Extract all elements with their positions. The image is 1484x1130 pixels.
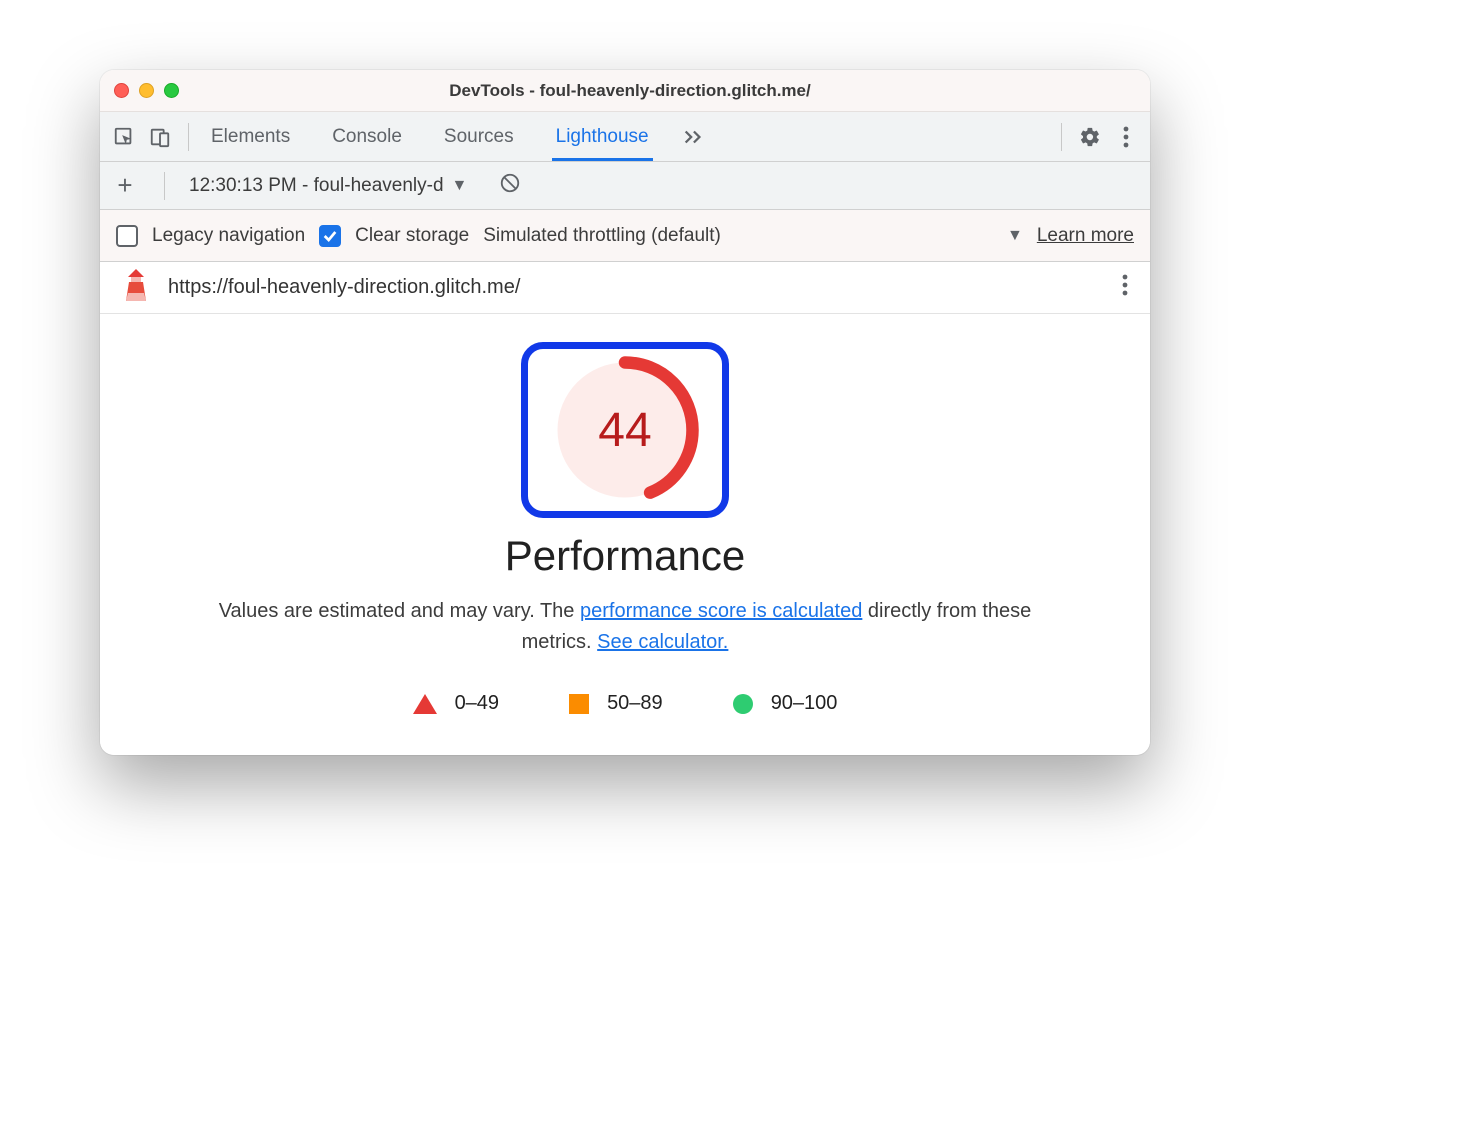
report-body: 44 Performance Values are estimated and … — [100, 314, 1150, 755]
tab-console[interactable]: Console — [328, 112, 406, 161]
device-toolbar-icon[interactable] — [142, 119, 178, 155]
tab-sources[interactable]: Sources — [440, 112, 518, 161]
separator — [188, 123, 189, 151]
square-icon — [569, 694, 589, 714]
circle-icon — [733, 694, 753, 714]
report-url: https://foul-heavenly-direction.glitch.m… — [168, 276, 520, 299]
titlebar: DevTools - foul-heavenly-direction.glitc… — [100, 70, 1150, 112]
report-select[interactable]: 12:30:13 PM - foul-heavenly-d ▼ — [189, 175, 467, 197]
legend-average: 50–89 — [569, 692, 663, 715]
clear-storage-checkbox[interactable] — [319, 225, 341, 247]
tab-strip: Elements Console Sources Lighthouse — [100, 112, 1150, 162]
performance-gauge: 44 — [550, 355, 700, 505]
triangle-icon — [413, 694, 437, 714]
inspect-element-icon[interactable] — [106, 119, 142, 155]
lighthouse-icon — [122, 269, 150, 307]
score-legend: 0–49 50–89 90–100 — [130, 692, 1120, 715]
report-select-label: 12:30:13 PM - foul-heavenly-d — [189, 175, 444, 197]
legend-pass: 90–100 — [733, 692, 838, 715]
panel-tabs: Elements Console Sources Lighthouse — [207, 112, 653, 161]
new-report-button[interactable]: + — [110, 171, 140, 201]
tab-lighthouse[interactable]: Lighthouse — [552, 112, 653, 161]
more-menu-icon[interactable] — [1108, 119, 1144, 155]
separator — [1061, 123, 1062, 151]
chevron-down-icon[interactable]: ▼ — [1007, 227, 1023, 245]
legend-fail: 0–49 — [413, 692, 500, 715]
devtools-window: DevTools - foul-heavenly-direction.glitc… — [100, 70, 1150, 755]
legacy-navigation-checkbox[interactable] — [116, 225, 138, 247]
legend-label: 0–49 — [455, 692, 500, 715]
report-category-title: Performance — [130, 532, 1120, 580]
window-title: DevTools - foul-heavenly-direction.glitc… — [124, 81, 1136, 101]
report-menu-icon[interactable] — [1122, 274, 1128, 302]
desc-text: Values are estimated and may vary. The — [219, 600, 580, 622]
score-highlight-frame: 44 — [521, 342, 729, 518]
separator — [164, 172, 165, 200]
clear-storage-label: Clear storage — [355, 225, 469, 247]
overflow-tabs-icon[interactable] — [675, 119, 711, 155]
performance-score-link[interactable]: performance score is calculated — [580, 600, 862, 622]
performance-score: 44 — [550, 355, 700, 505]
chevron-down-icon: ▼ — [452, 177, 468, 195]
legend-label: 50–89 — [607, 692, 663, 715]
learn-more-link[interactable]: Learn more — [1037, 225, 1134, 247]
throttling-select[interactable]: Simulated throttling (default) — [483, 225, 721, 247]
tab-elements[interactable]: Elements — [207, 112, 294, 161]
report-url-bar: https://foul-heavenly-direction.glitch.m… — [100, 262, 1150, 314]
throttling-label: Simulated throttling (default) — [483, 225, 721, 247]
report-description: Values are estimated and may vary. The p… — [215, 596, 1035, 658]
settings-gear-icon[interactable] — [1072, 119, 1108, 155]
legend-label: 90–100 — [771, 692, 838, 715]
clear-report-icon[interactable] — [499, 172, 521, 199]
lighthouse-settings-bar: Legacy navigation Clear storage Simulate… — [100, 210, 1150, 262]
report-bar: + 12:30:13 PM - foul-heavenly-d ▼ — [100, 162, 1150, 210]
calculator-link[interactable]: See calculator. — [597, 631, 728, 653]
legacy-navigation-label: Legacy navigation — [152, 225, 305, 247]
